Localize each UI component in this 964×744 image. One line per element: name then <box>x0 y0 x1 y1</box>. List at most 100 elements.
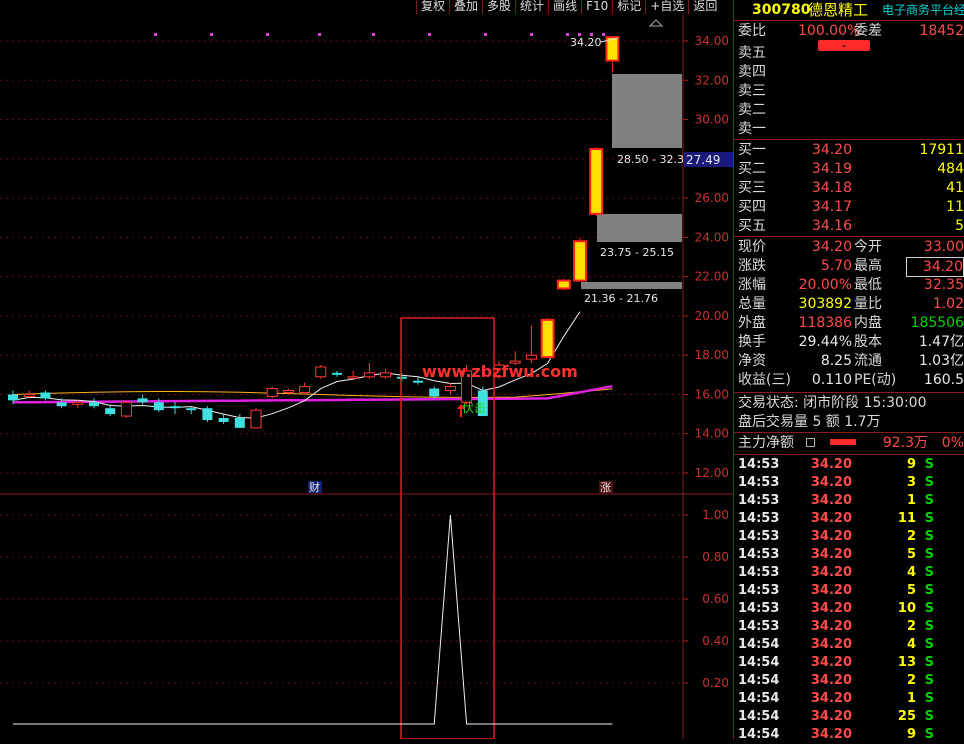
buy-volume: 41 <box>946 180 964 196</box>
tick-row: 14:53 34.20 2 S <box>738 619 934 634</box>
gap-zone <box>612 74 682 148</box>
price-tick-label: 34.00 <box>695 34 729 48</box>
candle-body <box>573 240 587 282</box>
event-dot <box>602 33 605 36</box>
ma-line-orange <box>12 388 613 398</box>
candle-body <box>72 401 84 405</box>
sell5-row: 卖五 <box>738 45 766 61</box>
toolbar-f10-button[interactable]: F10 <box>581 0 612 14</box>
event-dot <box>566 33 569 36</box>
price-tick-label: 12.00 <box>695 466 729 480</box>
buy-volume: 17911 <box>919 142 964 158</box>
weibi-row: 委比 100.00% 委差 18452 <box>738 23 964 39</box>
toolbar-draw-button[interactable]: 画线 <box>548 0 581 14</box>
candle-body <box>363 372 375 378</box>
buy-price: 34.18 <box>811 180 852 196</box>
gap-label: 23.75 - 25.15 <box>600 246 674 259</box>
candle-body <box>556 279 571 290</box>
watermark-text: www.zbzfwu.com <box>422 362 578 381</box>
quote-row: 换手 29.44% 股本 1.47亿 <box>738 334 964 350</box>
buy-volume: 484 <box>937 161 964 177</box>
gap-label: 21.36 - 21.76 <box>584 292 658 305</box>
current-price-tag: 27.49 <box>686 153 720 167</box>
buy-row: 买四 34.17 11 <box>738 199 964 215</box>
trade-status: 交易状态: 闭市阶段 15:30:00 <box>738 395 927 411</box>
toolbar-fuquan-button[interactable]: 复权 <box>416 0 449 14</box>
price-tick-label: 30.00 <box>695 113 729 127</box>
quote-row: 外盘 118386 内盘 185506 <box>738 315 964 331</box>
price-tick-label: 20.00 <box>695 309 729 323</box>
toolbar-overlay-button[interactable]: 叠加 <box>449 0 482 14</box>
candle-body <box>299 386 311 393</box>
tick-row: 14:53 34.20 9 S <box>738 457 934 472</box>
buy-row: 买五 34.16 5 <box>738 218 964 234</box>
candle-body <box>23 393 35 397</box>
candle-body <box>234 418 245 428</box>
quote-panel: 300780 德恩精工 电子商务平台经 委比 100.00% 委差 18452 … <box>733 0 964 742</box>
buy-row: 买一 34.20 17911 <box>738 142 964 158</box>
after-hours: 盘后交易量 5 额 1.7万 <box>738 414 881 430</box>
candle-body <box>153 402 164 411</box>
tick-row: 14:54 34.20 2 S <box>738 673 934 688</box>
candle-body <box>8 394 18 401</box>
toolbar-stats-button[interactable]: 统计 <box>515 0 548 14</box>
stock-code: 300780 <box>752 2 811 18</box>
stock-sector[interactable]: 电子商务平台经 <box>882 0 964 20</box>
sell1-row: 卖一 <box>738 121 766 137</box>
kline-chart[interactable]: 34.0032.0030.0028.0026.0024.0022.0020.00… <box>0 0 733 739</box>
event-dot <box>266 33 269 36</box>
candle-body <box>40 392 51 399</box>
price-tick-label: 22.00 <box>695 270 729 284</box>
candle-body <box>137 398 148 403</box>
quote-row: 现价 34.20 今开 33.00 <box>738 239 964 255</box>
candle-body <box>444 386 456 392</box>
quote-row: 净资 8.25 流通 1.03亿 <box>738 353 964 369</box>
sell3-row: 卖三 <box>738 83 766 99</box>
netflow-bar <box>830 439 856 445</box>
weibi-value: 100.00% <box>798 23 861 39</box>
price-tick-label: 18.00 <box>695 348 729 362</box>
rise-marker: 涨 <box>600 481 611 494</box>
candle-body <box>105 408 116 415</box>
tick-row: 14:53 34.20 11 S <box>738 511 934 526</box>
candle-body <box>429 388 440 397</box>
buy-volume: 11 <box>946 199 964 215</box>
price-tick-label: 24.00 <box>695 230 729 244</box>
high-label: 34.20 <box>570 36 602 49</box>
candle-body <box>56 402 67 407</box>
toolbar-back-button[interactable]: 返回 <box>688 0 721 14</box>
quote-row: 涨跌 5.70 最高 34.20 <box>738 257 964 277</box>
toolbar-add-watchlist-button[interactable]: +自选 <box>645 0 688 14</box>
buy-price: 34.19 <box>811 161 852 177</box>
tick-row: 14:53 34.20 2 S <box>738 529 934 544</box>
buy-volume: 5 <box>955 218 964 234</box>
buy-row: 买二 34.19 484 <box>738 161 964 177</box>
netflow-row[interactable]: 主力净额 92.3万 0% <box>736 434 964 452</box>
diamond-icon <box>648 19 664 27</box>
sell2-row: 卖二 <box>738 102 766 118</box>
buy-price: 34.17 <box>811 199 852 215</box>
gap-zone <box>581 282 682 289</box>
tick-row: 14:54 34.20 1 S <box>738 691 934 706</box>
event-dot <box>530 33 533 36</box>
candle-body <box>218 418 229 422</box>
tick-row: 14:53 34.20 5 S <box>738 547 934 562</box>
tick-row: 14:53 34.20 3 S <box>738 475 934 490</box>
toolbar-multistock-button[interactable]: 多股 <box>482 0 515 14</box>
event-dot <box>210 33 213 36</box>
price-tick-label: 14.00 <box>695 427 729 441</box>
candle-body <box>250 409 262 429</box>
event-dot <box>154 33 157 36</box>
price-tick-label: 26.00 <box>695 191 729 205</box>
tick-row: 14:53 34.20 5 S <box>738 583 934 598</box>
toolbar-mark-button[interactable]: 标记 <box>612 0 645 14</box>
candle-body <box>332 372 342 375</box>
netflow-pct: 0% <box>941 435 964 451</box>
candle-body <box>266 388 278 397</box>
tick-row: 14:53 34.20 10 S <box>738 601 934 616</box>
quote-row: 总量 303892 量比 1.02 <box>738 296 964 312</box>
buy-row: 买三 34.18 41 <box>738 180 964 196</box>
tick-row: 14:53 34.20 4 S <box>738 565 934 580</box>
buy-price: 34.20 <box>811 142 852 158</box>
netflow-value: 92.3万 <box>882 435 928 451</box>
